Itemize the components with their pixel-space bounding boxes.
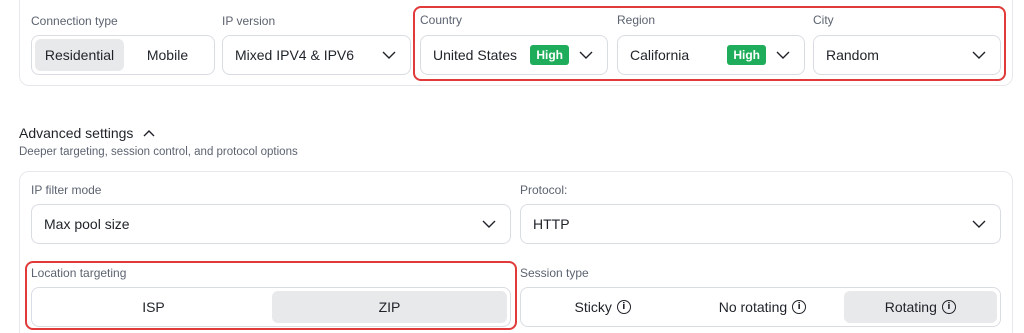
region-quality-badge: High: [727, 45, 766, 65]
session-option-no-rotating-label: No rotating: [718, 299, 788, 315]
chevron-down-icon: [970, 215, 988, 233]
ip-filter-mode-label: IP filter mode: [31, 183, 102, 197]
location-targeting-label: Location targeting: [31, 266, 127, 280]
country-label: Country: [420, 13, 463, 27]
advanced-settings-title: Advanced settings: [19, 125, 134, 141]
session-option-sticky-label: Sticky: [574, 299, 612, 315]
country-select[interactable]: United States High: [420, 35, 608, 75]
ip-version-label: IP version: [222, 14, 276, 28]
chevron-down-icon: [480, 215, 498, 233]
ip-filter-mode-select[interactable]: Max pool size: [31, 204, 511, 244]
session-option-rotating[interactable]: Rotating i: [843, 291, 997, 323]
chevron-down-icon: [577, 46, 595, 64]
chevron-down-icon: [970, 46, 988, 64]
chevron-up-icon: [143, 129, 155, 137]
location-option-isp[interactable]: ISP: [35, 291, 272, 323]
connection-type-label: Connection type: [31, 14, 118, 28]
country-value: United States: [433, 47, 518, 63]
region-value: California: [630, 47, 690, 63]
session-option-no-rotating[interactable]: No rotating i: [681, 291, 843, 323]
country-quality-badge: High: [530, 45, 569, 65]
location-targeting-toggle: ISP ZIP: [31, 287, 511, 327]
ip-version-select[interactable]: Mixed IPV4 & IPV6: [222, 35, 411, 75]
info-icon[interactable]: i: [616, 300, 631, 314]
session-option-sticky[interactable]: Sticky i: [524, 291, 681, 323]
chevron-down-icon: [774, 46, 792, 64]
ip-version-value: Mixed IPV4 & IPV6: [235, 47, 355, 63]
region-label: Region: [617, 13, 656, 27]
chevron-down-icon: [380, 46, 398, 64]
protocol-value: HTTP: [533, 216, 570, 232]
region-select[interactable]: California High: [617, 35, 805, 75]
session-type-toggle: Sticky i No rotating i Rotating i: [520, 287, 1001, 327]
city-value: Random: [826, 47, 879, 63]
advanced-settings-subtitle: Deeper targeting, session control, and p…: [19, 146, 298, 158]
city-label: City: [813, 13, 834, 27]
info-icon[interactable]: i: [792, 300, 807, 314]
ip-filter-mode-value: Max pool size: [44, 216, 130, 232]
info-icon[interactable]: i: [941, 300, 956, 314]
session-option-rotating-label: Rotating: [884, 299, 937, 315]
location-option-zip[interactable]: ZIP: [272, 291, 507, 323]
connection-option-mobile[interactable]: Mobile: [124, 39, 211, 71]
session-type-label: Session type: [520, 266, 589, 280]
connection-type-toggle: Residential Mobile: [31, 35, 215, 75]
connection-option-residential[interactable]: Residential: [35, 39, 124, 71]
protocol-label: Protocol:: [520, 183, 568, 197]
city-select[interactable]: Random: [813, 35, 1001, 75]
advanced-settings-toggle[interactable]: Advanced settings: [19, 125, 155, 141]
protocol-select[interactable]: HTTP: [520, 204, 1001, 244]
